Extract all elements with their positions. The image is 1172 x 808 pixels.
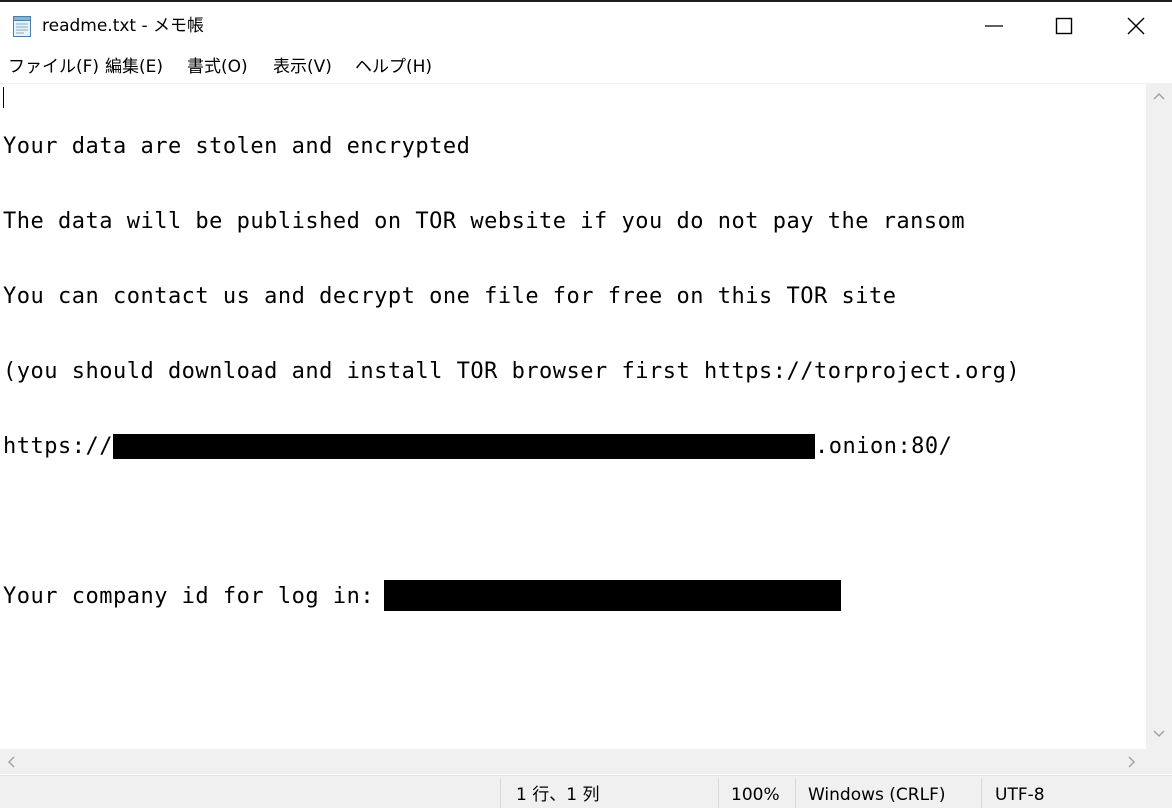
- scroll-up-arrow-icon[interactable]: [1153, 91, 1165, 101]
- onion-url-line: https:// .onion:80/: [3, 434, 1020, 459]
- maximize-icon: [1055, 17, 1073, 35]
- zoom-level: 100%: [731, 785, 780, 805]
- title-bar[interactable]: readme.txt - メモ帳: [0, 2, 1172, 48]
- scroll-down-arrow-icon[interactable]: [1153, 729, 1165, 739]
- minimize-icon: [985, 25, 1003, 27]
- notepad-icon: [12, 14, 32, 38]
- line-ending: Windows (CRLF): [808, 785, 946, 805]
- redacted-onion-address: [112, 434, 815, 459]
- maximize-button[interactable]: [1028, 2, 1100, 48]
- text-editor[interactable]: Your data are stolen and encrypted The d…: [0, 83, 1146, 749]
- menu-file[interactable]: ファイル(F): [8, 55, 99, 79]
- status-divider: [718, 778, 719, 808]
- text-line: (you should download and install TOR bro…: [3, 359, 1021, 384]
- close-icon: [1127, 17, 1145, 35]
- redacted-company-id: [383, 580, 841, 611]
- url-suffix: .onion:80/: [814, 434, 953, 459]
- scroll-right-arrow-icon[interactable]: [1127, 756, 1137, 768]
- menu-edit[interactable]: 編集(E): [105, 55, 163, 79]
- status-divider: [500, 778, 501, 808]
- company-id-label: Your company id for log in:: [3, 584, 388, 609]
- close-button[interactable]: [1100, 2, 1172, 48]
- horizontal-scrollbar[interactable]: [0, 749, 1146, 774]
- document-text[interactable]: Your data are stolen and encrypted The d…: [3, 84, 1020, 659]
- notepad-window: readme.txt - メモ帳 ファイル(F) 編集(E) 書式(O) 表示(…: [0, 0, 1172, 808]
- company-id-line: Your company id for log in:: [3, 580, 1020, 611]
- encoding: UTF-8: [995, 785, 1045, 805]
- scroll-left-arrow-icon[interactable]: [6, 756, 16, 768]
- menu-help[interactable]: ヘルプ(H): [355, 55, 432, 79]
- status-divider: [795, 778, 796, 808]
- text-caret: [3, 87, 4, 108]
- menu-bar: ファイル(F) 編集(E) 書式(O) 表示(V) ヘルプ(H): [0, 52, 1172, 82]
- status-bar: 1 行、1 列 100% Windows (CRLF) UTF-8: [0, 775, 1172, 808]
- menu-view[interactable]: 表示(V): [273, 55, 332, 79]
- vertical-scrollbar[interactable]: [1146, 83, 1172, 749]
- minimize-button[interactable]: [958, 2, 1030, 48]
- status-divider: [981, 778, 982, 808]
- url-prefix: https://: [3, 434, 113, 459]
- text-line: The data will be published on TOR websit…: [3, 209, 966, 234]
- window-title: readme.txt - メモ帳: [42, 16, 205, 36]
- scrollbar-corner: [1146, 749, 1172, 774]
- menu-format[interactable]: 書式(O): [187, 55, 248, 79]
- text-line: Your data are stolen and encrypted: [3, 134, 471, 159]
- cursor-position: 1 行、1 列: [516, 785, 600, 805]
- text-line: You can contact us and decrypt one file …: [3, 284, 897, 309]
